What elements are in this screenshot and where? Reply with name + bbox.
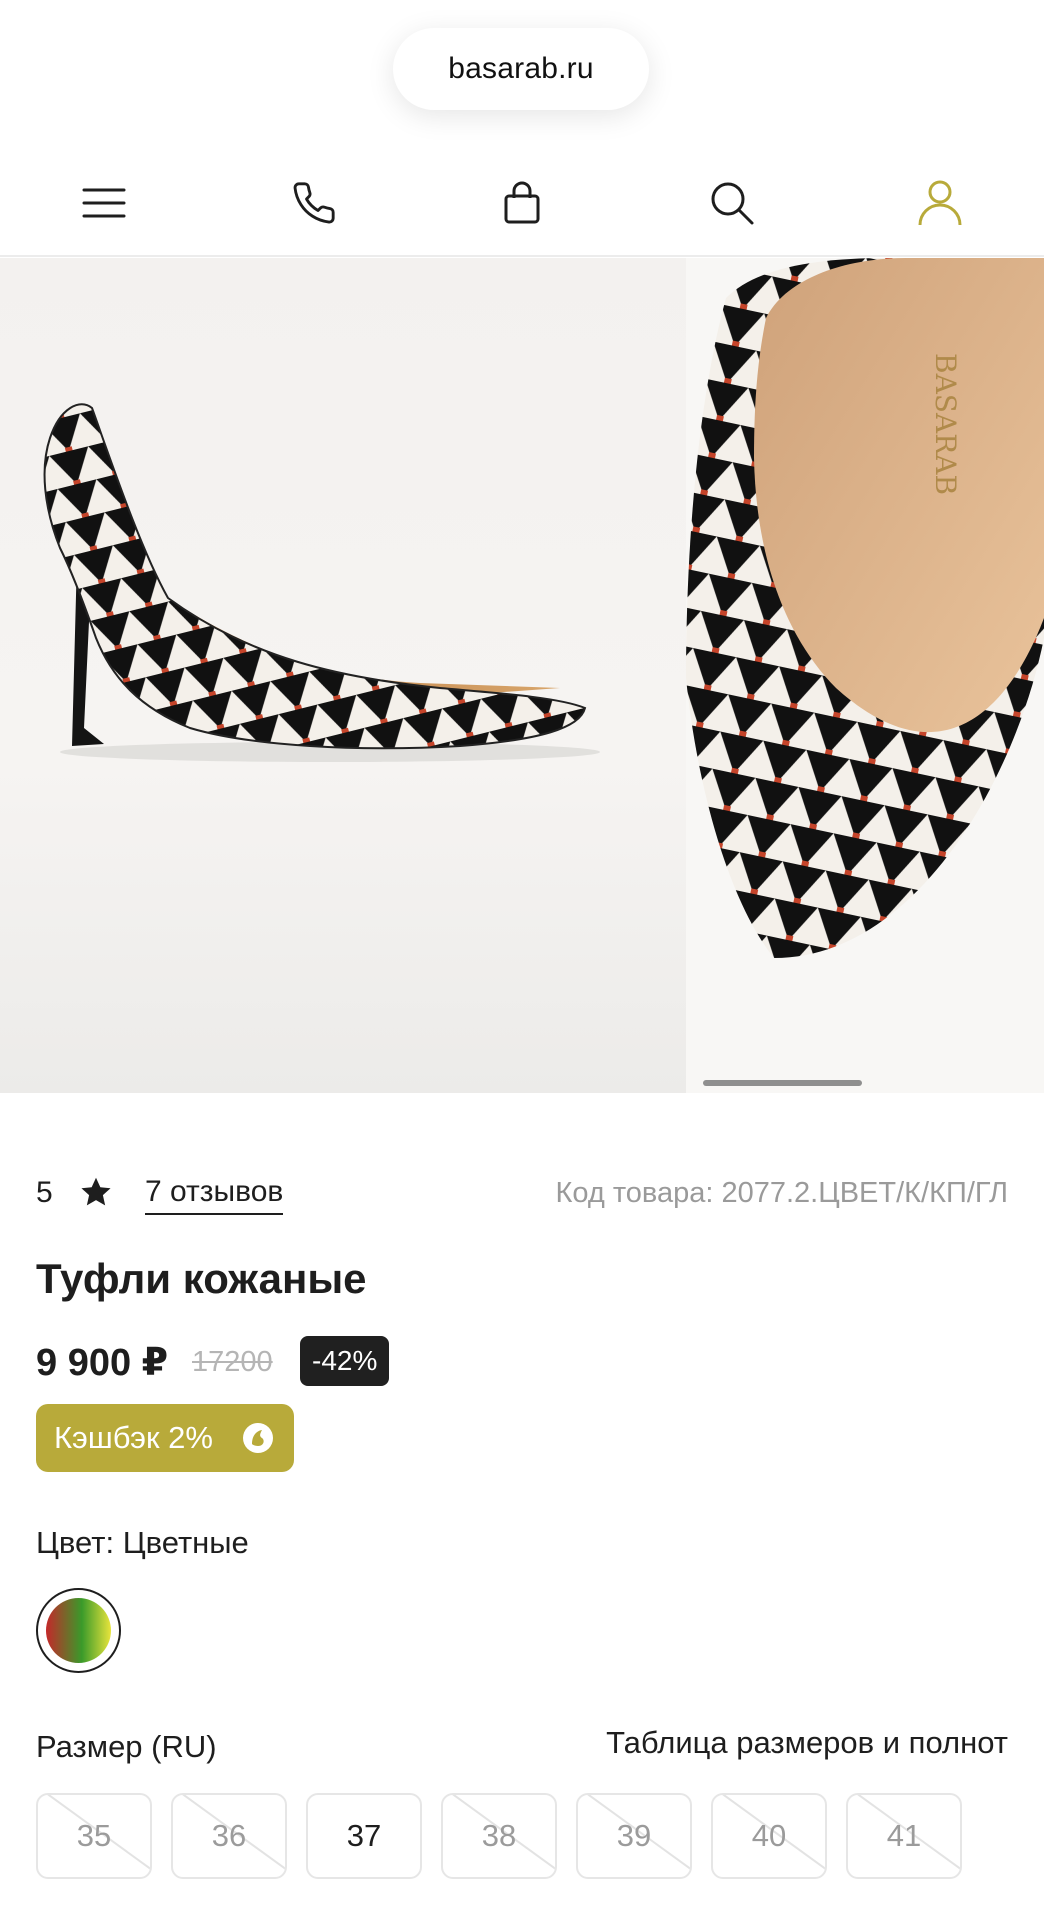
url-pill[interactable]: basarab.ru	[393, 28, 649, 110]
size-option-40[interactable]: 40	[711, 1793, 827, 1879]
size-option-36[interactable]: 36	[171, 1793, 287, 1879]
product-title: Туфли кожаные	[36, 1255, 367, 1302]
size-option-35[interactable]: 35	[36, 1793, 152, 1879]
color-swatch-multicolor[interactable]	[36, 1588, 121, 1673]
reviews-link[interactable]: 7 отзывов	[145, 1175, 284, 1215]
product-image-side-view	[0, 258, 686, 1093]
product-image-top-view: BASARAB	[686, 258, 1044, 1093]
size-options: 35 36 37 38 39 40 41	[36, 1793, 1016, 1879]
gallery-indicator[interactable]	[703, 1080, 862, 1086]
bag-icon[interactable]	[492, 173, 552, 233]
menu-icon[interactable]	[74, 173, 134, 233]
cashback-button[interactable]: Кэшбэк 2%	[36, 1404, 294, 1472]
svg-text:BASARAB: BASARAB	[929, 353, 962, 495]
old-price: 17200	[192, 1346, 273, 1378]
size-option-41[interactable]: 41	[846, 1793, 962, 1879]
rating-value: 5	[36, 1176, 53, 1209]
swatch-fill	[46, 1598, 111, 1663]
price-row: 9 900 ₽ 17200 -42%	[36, 1336, 636, 1390]
browser-url-area: basarab.ru	[0, 0, 1044, 150]
url-text: basarab.ru	[448, 52, 594, 85]
size-option-38[interactable]: 38	[441, 1793, 557, 1879]
size-option-39[interactable]: 39	[576, 1793, 692, 1879]
current-price: 9 900 ₽	[36, 1342, 169, 1384]
star-icon	[81, 1177, 111, 1206]
size-table-link[interactable]: Таблица размеров и полнот	[606, 1725, 1008, 1761]
cashback-logo-icon	[243, 1423, 273, 1453]
search-icon[interactable]	[702, 173, 762, 233]
discount-badge: -42%	[300, 1336, 390, 1386]
cashback-label: Кэшбэк 2%	[54, 1420, 213, 1455]
product-gallery[interactable]: BASARAB	[0, 258, 1044, 1093]
size-label: Размер (RU)	[36, 1729, 217, 1764]
size-option-37[interactable]: 37	[306, 1793, 422, 1879]
top-nav	[0, 150, 1044, 257]
phone-icon[interactable]	[284, 173, 344, 233]
color-label: Цвет: Цветные	[36, 1525, 249, 1560]
user-icon[interactable]	[910, 173, 970, 233]
rating-row: 5 7 отзывов Код товара: 2077.2.ЦВЕТ/К/КП…	[36, 1172, 1016, 1218]
product-sku: Код товара: 2077.2.ЦВЕТ/К/КП/ГЛ	[555, 1177, 1008, 1209]
